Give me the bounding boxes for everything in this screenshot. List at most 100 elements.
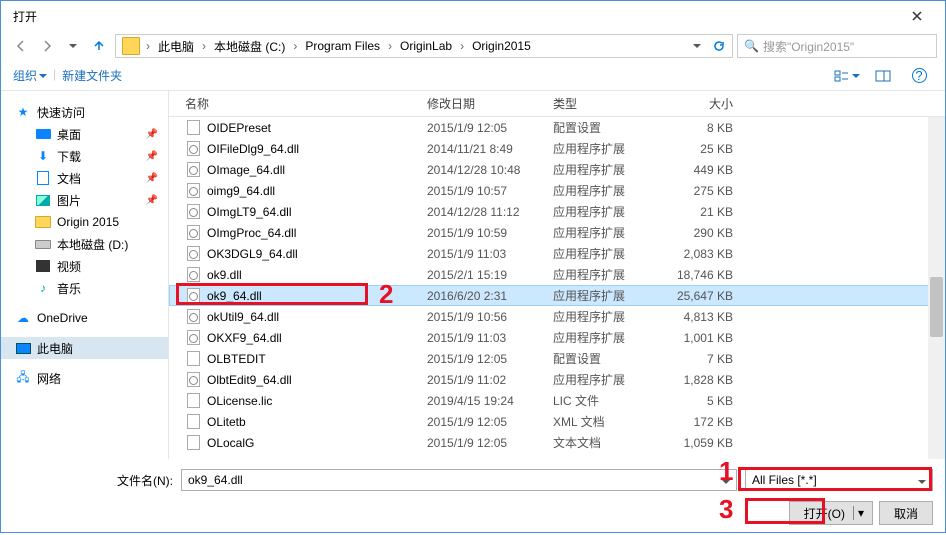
file-icon <box>185 351 201 367</box>
sidebar-downloads[interactable]: ⬇下载📌 <box>1 145 168 167</box>
desktop-icon <box>36 129 51 139</box>
file-name: okUtil9_64.dll <box>207 310 427 324</box>
file-row[interactable]: OLicense.lic2019/4/15 19:24LIC 文件5 KB <box>169 390 945 411</box>
file-size: 18,746 KB <box>663 268 763 282</box>
up-button[interactable] <box>87 34 111 58</box>
sidebar: ★快速访问 桌面📌 ⬇下载📌 文档📌 图片📌 Origin 2015 本地磁盘 … <box>1 91 169 459</box>
file-size: 1,059 KB <box>663 436 763 450</box>
sidebar-music[interactable]: ♪音乐 <box>1 277 168 299</box>
file-size: 2,083 KB <box>663 247 763 261</box>
file-icon <box>185 225 201 241</box>
sidebar-pictures[interactable]: 图片📌 <box>1 189 168 211</box>
sidebar-origin[interactable]: Origin 2015 <box>1 211 168 233</box>
file-row[interactable]: OlbtEdit9_64.dll2015/1/9 11:02应用程序扩展1,82… <box>169 369 945 390</box>
scrollbar-thumb[interactable] <box>930 277 943 337</box>
file-icon <box>185 330 201 346</box>
forward-button[interactable] <box>35 34 59 58</box>
cloud-icon: ☁ <box>15 310 31 326</box>
sidebar-videos[interactable]: 视频 <box>1 255 168 277</box>
crumb-originlab[interactable]: OriginLab <box>394 35 458 57</box>
file-row[interactable]: OIFileDlg9_64.dll2014/11/21 8:49应用程序扩展25… <box>169 138 945 159</box>
scrollbar[interactable] <box>928 117 945 459</box>
file-type: 应用程序扩展 <box>553 371 663 388</box>
organize-button[interactable]: 组织 <box>13 67 47 84</box>
file-row[interactable]: OKXF9_64.dll2015/1/9 11:03应用程序扩展1,001 KB <box>169 327 945 348</box>
file-row[interactable]: okUtil9_64.dll2015/1/9 10:56应用程序扩展4,813 … <box>169 306 945 327</box>
filter-dropdown[interactable]: All Files [*.*] <box>745 469 933 491</box>
download-icon: ⬇ <box>35 148 51 164</box>
refresh-button[interactable] <box>708 35 730 57</box>
window-title: 打开 <box>9 8 897 25</box>
pin-icon: 📌 <box>146 129 158 140</box>
new-folder-button[interactable]: 新建文件夹 <box>62 67 122 84</box>
col-size[interactable]: 大小 <box>663 95 763 112</box>
file-list[interactable]: OIDEPreset2015/1/9 12:05配置设置8 KBOIFileDl… <box>169 117 945 459</box>
file-row[interactable]: OImgLT9_64.dll2014/12/28 11:12应用程序扩展21 K… <box>169 201 945 222</box>
file-date: 2015/1/9 11:03 <box>427 247 553 261</box>
close-button[interactable] <box>897 3 937 29</box>
sidebar-documents[interactable]: 文档📌 <box>1 167 168 189</box>
col-type[interactable]: 类型 <box>553 95 663 112</box>
file-row[interactable]: OK3DGL9_64.dll2015/1/9 11:03应用程序扩展2,083 … <box>169 243 945 264</box>
file-row[interactable]: OImgProc_64.dll2015/1/9 10:59应用程序扩展290 K… <box>169 222 945 243</box>
open-button[interactable]: 打开(O)▾ <box>789 501 873 525</box>
file-row[interactable]: ok9_64.dll2016/6/20 2:31应用程序扩展25,647 KB <box>169 285 945 306</box>
file-size: 275 KB <box>663 184 763 198</box>
file-row[interactable]: OImage_64.dll2014/12/28 10:48应用程序扩展449 K… <box>169 159 945 180</box>
history-dropdown[interactable] <box>686 35 708 57</box>
file-name: OIFileDlg9_64.dll <box>207 142 427 156</box>
file-date: 2015/1/9 12:05 <box>427 415 553 429</box>
file-size: 172 KB <box>663 415 763 429</box>
crumb-origin2015[interactable]: Origin2015 <box>466 35 537 57</box>
file-name: OLitetb <box>207 415 427 429</box>
file-type: 应用程序扩展 <box>553 266 663 283</box>
title-bar: 打开 <box>1 1 945 31</box>
help-button[interactable]: ? <box>905 65 933 87</box>
recent-button[interactable] <box>61 34 85 58</box>
column-headers[interactable]: 名称 修改日期 类型 大小 <box>169 91 945 117</box>
sidebar-onedrive[interactable]: ☁OneDrive <box>1 307 168 329</box>
file-type: 应用程序扩展 <box>553 224 663 241</box>
file-row[interactable]: OLocalG2015/1/9 12:05文本文档1,059 KB <box>169 432 945 453</box>
sidebar-drive-d[interactable]: 本地磁盘 (D:) <box>1 233 168 255</box>
annotation-number-2: 2 <box>379 279 393 310</box>
folder-icon <box>35 216 51 228</box>
col-name[interactable]: 名称 <box>185 95 427 112</box>
view-options-button[interactable] <box>833 65 861 87</box>
cancel-button[interactable]: 取消 <box>879 501 933 525</box>
file-size: 7 KB <box>663 352 763 366</box>
file-row[interactable]: oimg9_64.dll2015/1/9 10:57应用程序扩展275 KB <box>169 180 945 201</box>
file-date: 2015/1/9 10:59 <box>427 226 553 240</box>
file-row[interactable]: OLBTEDIT2015/1/9 12:05配置设置7 KB <box>169 348 945 369</box>
file-row[interactable]: OLitetb2015/1/9 12:05XML 文档172 KB <box>169 411 945 432</box>
file-icon <box>185 435 201 451</box>
file-type: 应用程序扩展 <box>553 245 663 262</box>
sidebar-this-pc[interactable]: 此电脑 <box>1 337 168 359</box>
file-date: 2015/1/9 12:05 <box>427 352 553 366</box>
file-name: OlbtEdit9_64.dll <box>207 373 427 387</box>
sidebar-network[interactable]: 🖧网络 <box>1 367 168 389</box>
file-size: 21 KB <box>663 205 763 219</box>
search-placeholder: 搜索"Origin2015" <box>763 38 854 55</box>
pictures-icon <box>36 195 50 206</box>
file-type: 应用程序扩展 <box>553 308 663 325</box>
star-icon: ★ <box>15 104 31 120</box>
search-input[interactable]: 🔍 搜索"Origin2015" <box>737 34 937 58</box>
preview-pane-button[interactable] <box>869 65 897 87</box>
file-name: ok9_64.dll <box>207 289 427 303</box>
file-row[interactable]: OIDEPreset2015/1/9 12:05配置设置8 KB <box>169 117 945 138</box>
sidebar-desktop[interactable]: 桌面📌 <box>1 123 168 145</box>
file-row[interactable]: ok9.dll2015/2/1 15:19应用程序扩展18,746 KB <box>169 264 945 285</box>
breadcrumb-bar[interactable]: › 此电脑› 本地磁盘 (C:)› Program Files› OriginL… <box>115 34 733 58</box>
crumb-program-files[interactable]: Program Files <box>299 35 386 57</box>
back-button[interactable] <box>9 34 33 58</box>
file-date: 2014/12/28 10:48 <box>427 163 553 177</box>
file-date: 2015/1/9 11:02 <box>427 373 553 387</box>
col-date[interactable]: 修改日期 <box>427 95 553 112</box>
crumb-drive-c[interactable]: 本地磁盘 (C:) <box>208 35 291 57</box>
crumb-thispc[interactable]: 此电脑 <box>152 35 200 57</box>
filename-input[interactable]: ok9_64.dll <box>181 469 737 491</box>
file-type: LIC 文件 <box>553 392 663 409</box>
sidebar-quick-access[interactable]: ★快速访问 <box>1 101 168 123</box>
file-name: OK3DGL9_64.dll <box>207 247 427 261</box>
